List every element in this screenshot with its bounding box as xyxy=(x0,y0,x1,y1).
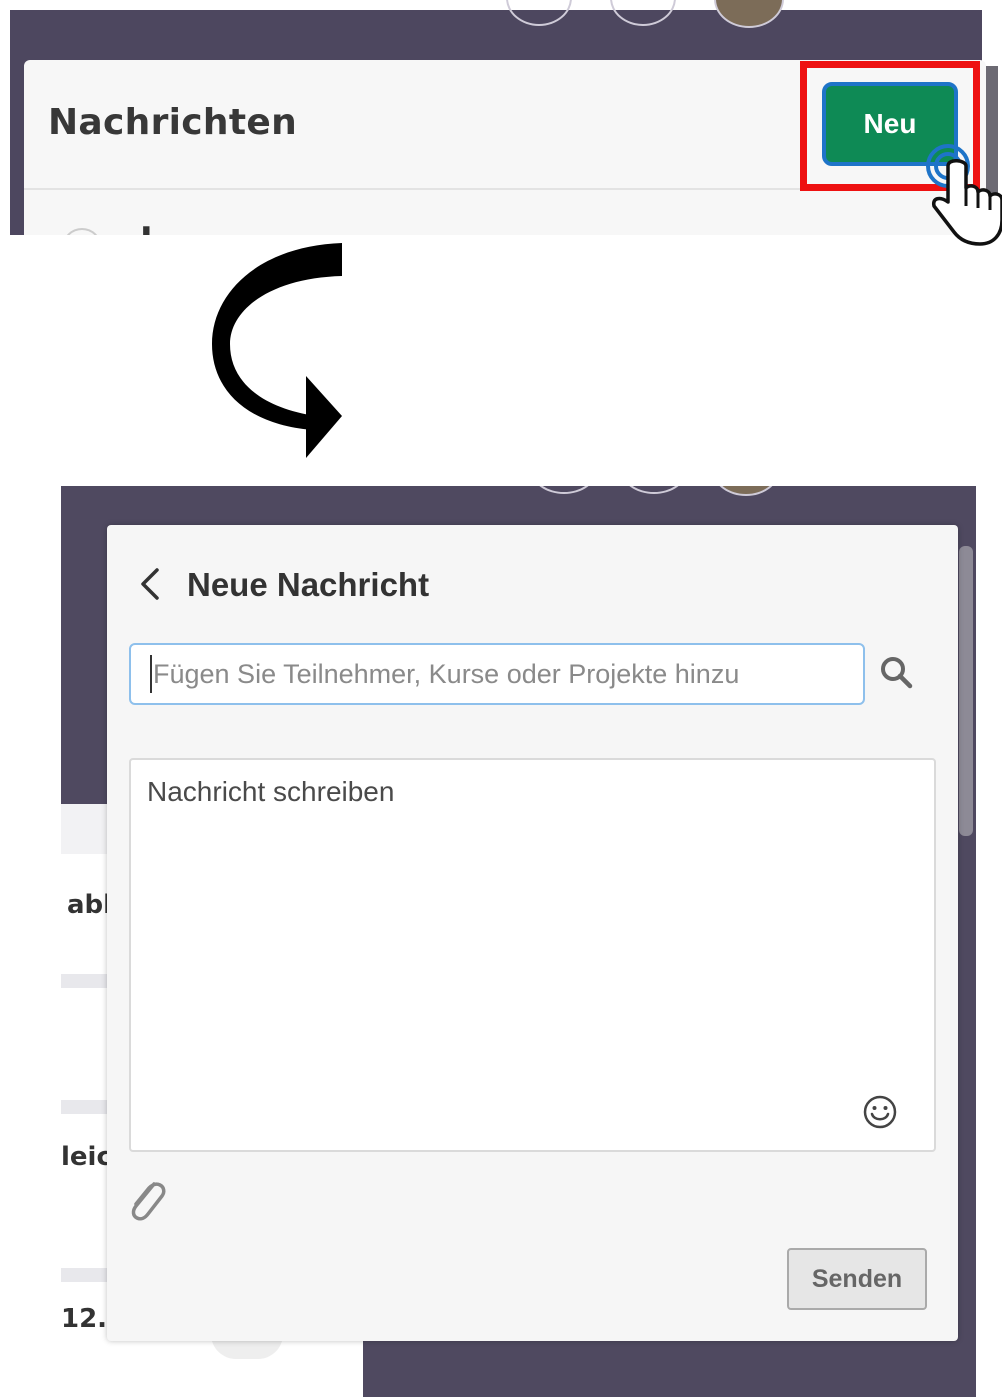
dialog-title: Neue Nachricht xyxy=(187,566,430,603)
avatar[interactable] xyxy=(714,0,784,28)
message-textarea[interactable] xyxy=(129,758,936,1152)
text-caret xyxy=(150,655,152,693)
back-button[interactable] xyxy=(134,564,164,604)
list-item-title: I xyxy=(140,220,153,235)
header-icon-button[interactable] xyxy=(506,0,572,26)
cut-off-label: abl xyxy=(67,890,113,920)
before-screenshot: Nachrichten I Neu xyxy=(0,0,1002,235)
list-item-title-text: I xyxy=(140,220,153,235)
search-icon xyxy=(881,657,913,689)
header-icon-button[interactable] xyxy=(610,0,676,26)
panel-title: Nachrichten xyxy=(48,102,298,143)
avatar[interactable] xyxy=(713,486,779,496)
hand-pointer-icon xyxy=(926,144,1002,246)
recipient-input[interactable] xyxy=(129,643,865,705)
paperclip-icon[interactable] xyxy=(124,1174,168,1224)
send-button[interactable]: Senden xyxy=(787,1248,927,1310)
header-icon-button[interactable] xyxy=(531,486,597,494)
header-icon-button[interactable] xyxy=(621,486,687,494)
search-button[interactable] xyxy=(876,652,916,692)
curved-arrow-icon xyxy=(212,243,342,458)
scrollbar[interactable] xyxy=(959,546,973,836)
chevron-left-icon xyxy=(141,568,159,600)
smiley-icon[interactable] xyxy=(862,1094,898,1130)
